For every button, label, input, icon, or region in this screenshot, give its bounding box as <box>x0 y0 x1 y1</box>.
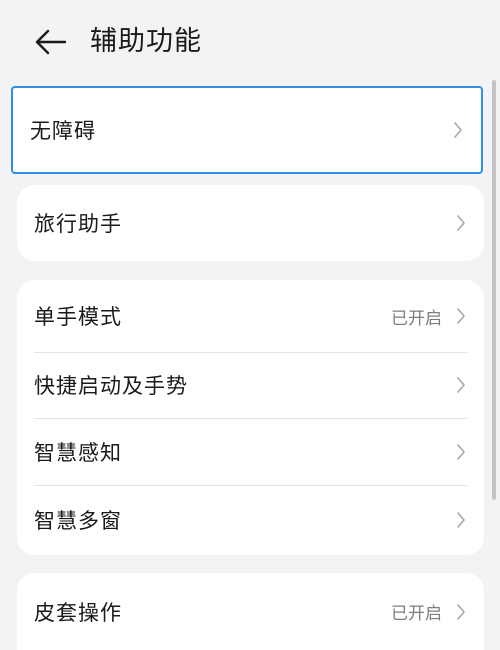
chevron-right-icon <box>457 377 465 393</box>
list-item-label: 皮套操作 <box>34 600 122 625</box>
settings-group-2: 旅行助手 <box>17 185 484 261</box>
list-item-one-handed-mode[interactable]: 单手模式 已开启 <box>17 280 484 352</box>
list-item-smart-awareness[interactable]: 智慧感知 <box>17 418 484 485</box>
chevron-right-icon <box>454 122 462 138</box>
back-button[interactable] <box>30 24 70 60</box>
list-item-label: 无障碍 <box>30 119 96 143</box>
settings-group-4: 皮套操作 已开启 <box>17 573 484 650</box>
settings-group-1: 无障碍 <box>11 86 483 174</box>
list-item-label: 单手模式 <box>34 305 122 329</box>
app-bar: 辅助功能 <box>0 0 500 82</box>
status-text: 已开启 <box>391 604 442 624</box>
chevron-right-icon <box>457 308 465 324</box>
chevron-right-icon <box>457 215 465 231</box>
chevron-right-icon <box>457 512 465 528</box>
list-item-cover-operation[interactable]: 皮套操作 已开启 <box>17 573 484 650</box>
chevron-right-icon <box>457 443 465 460</box>
list-item-label: 智慧感知 <box>34 440 122 465</box>
chevron-right-icon <box>457 603 465 620</box>
settings-group-3: 单手模式 已开启 快捷启动及手势 智慧感知 智慧多窗 <box>17 280 484 555</box>
list-item-accessibility[interactable]: 无障碍 <box>13 88 481 172</box>
arrow-left-icon <box>35 29 67 55</box>
list-item-travel-assistant[interactable]: 旅行助手 <box>17 185 484 261</box>
list-item-shortcuts-gestures[interactable]: 快捷启动及手势 <box>17 352 484 418</box>
list-item-label: 旅行助手 <box>34 212 122 236</box>
list-item-label: 智慧多窗 <box>34 509 122 533</box>
list-item-smart-multiwindow[interactable]: 智慧多窗 <box>17 485 484 555</box>
page-title: 辅助功能 <box>90 26 202 57</box>
list-item-label: 快捷启动及手势 <box>34 374 188 398</box>
scrollbar[interactable] <box>492 80 496 500</box>
status-text: 已开启 <box>391 308 442 329</box>
